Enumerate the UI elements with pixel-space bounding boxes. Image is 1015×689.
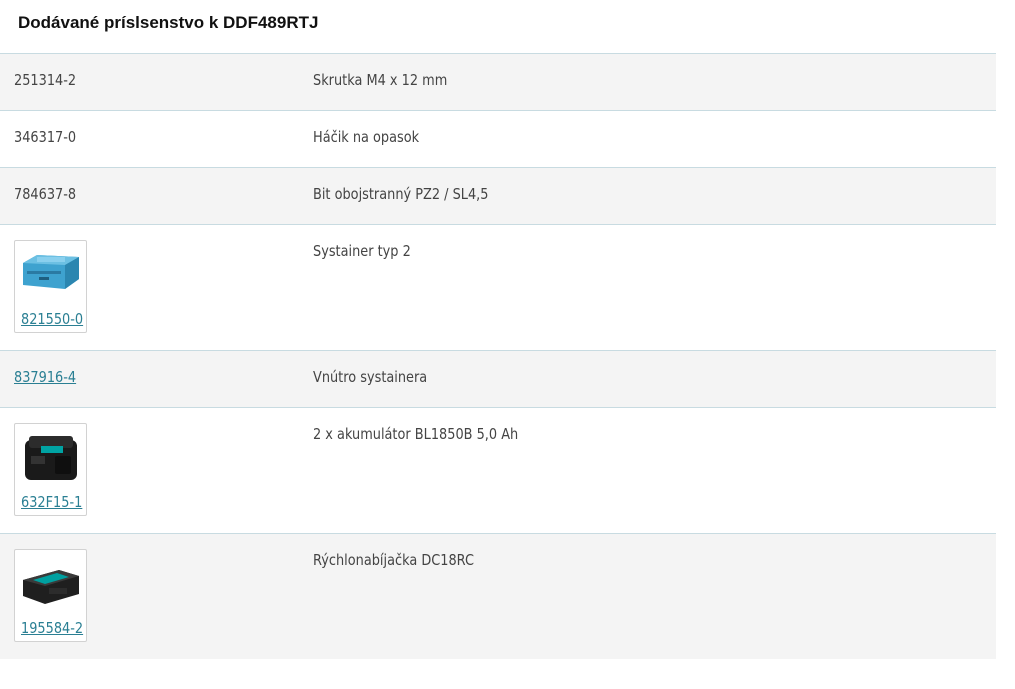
item-description: Rýchlonabíjačka DC18RC bbox=[313, 551, 475, 569]
item-code-cell: 837916-4 bbox=[0, 350, 313, 408]
table-row: 821550-0 Systainer typ 2 bbox=[0, 224, 996, 351]
product-thumbnail[interactable]: 821550-0 bbox=[14, 240, 87, 333]
item-code-cell: 821550-0 bbox=[0, 225, 313, 351]
battery-icon bbox=[25, 436, 77, 480]
item-desc-cell: Vnútro systainera bbox=[313, 350, 996, 408]
item-desc-cell: Skrutka M4 x 12 mm bbox=[313, 53, 996, 111]
systainer-case-icon bbox=[23, 255, 79, 289]
item-code-cell: 632F15-1 bbox=[0, 408, 313, 534]
item-description: Skrutka M4 x 12 mm bbox=[313, 71, 448, 89]
item-desc-cell: Rýchlonabíjačka DC18RC bbox=[313, 533, 996, 659]
product-thumbnail[interactable]: 195584-2 bbox=[14, 549, 87, 642]
item-description: Bit obojstranný PZ2 / SL4,5 bbox=[313, 185, 489, 203]
table-row: 251314-2 Skrutka M4 x 12 mm bbox=[0, 53, 996, 111]
item-code: 784637-8 bbox=[14, 185, 77, 203]
item-description: Háčik na opasok bbox=[313, 128, 420, 146]
item-code-link[interactable]: 632F15-1 bbox=[21, 493, 82, 511]
item-code-link[interactable]: 821550-0 bbox=[21, 310, 83, 328]
item-description: 2 x akumulátor BL1850B 5,0 Ah bbox=[313, 425, 519, 443]
item-desc-cell: 2 x akumulátor BL1850B 5,0 Ah bbox=[313, 408, 996, 534]
table-row: 195584-2 Rýchlonabíjačka DC18RC bbox=[0, 533, 996, 659]
table-row: 346317-0 Háčik na opasok bbox=[0, 110, 996, 168]
item-desc-cell: Systainer typ 2 bbox=[313, 225, 996, 351]
table-row: 784637-8 Bit obojstranný PZ2 / SL4,5 bbox=[0, 167, 996, 225]
item-code-link[interactable]: 837916-4 bbox=[14, 368, 76, 386]
table-row: 632F15-1 2 x akumulátor BL1850B 5,0 Ah bbox=[0, 407, 996, 534]
item-code-cell: 346317-0 bbox=[0, 111, 313, 168]
item-code: 251314-2 bbox=[14, 71, 77, 89]
item-description: Vnútro systainera bbox=[313, 368, 428, 386]
charger-icon bbox=[23, 570, 79, 604]
item-code-link[interactable]: 195584-2 bbox=[21, 619, 83, 637]
accessories-table: 251314-2 Skrutka M4 x 12 mm 346317-0 Háč… bbox=[0, 53, 996, 659]
item-code-cell: 251314-2 bbox=[0, 53, 313, 111]
section-heading: Dodávané príslsenstvo k DDF489RTJ bbox=[18, 13, 319, 32]
item-code: 346317-0 bbox=[14, 128, 77, 146]
item-description: Systainer typ 2 bbox=[313, 242, 411, 260]
item-desc-cell: Háčik na opasok bbox=[313, 111, 996, 168]
item-code-cell: 195584-2 bbox=[0, 533, 313, 659]
item-desc-cell: Bit obojstranný PZ2 / SL4,5 bbox=[313, 167, 996, 225]
product-thumbnail[interactable]: 632F15-1 bbox=[14, 423, 87, 516]
table-row: 837916-4 Vnútro systainera bbox=[0, 350, 996, 408]
item-code-cell: 784637-8 bbox=[0, 167, 313, 225]
accessories-section: Dodávané príslsenstvo k DDF489RTJ 251314… bbox=[0, 0, 996, 659]
